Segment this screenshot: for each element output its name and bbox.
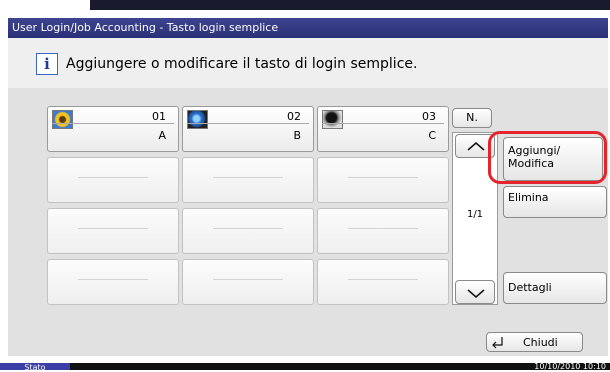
key-number: 01 <box>152 110 166 123</box>
login-key-03[interactable]: 03 C <box>317 106 449 152</box>
close-button[interactable]: Chiudi <box>486 332 583 352</box>
sunflower-icon <box>52 110 73 129</box>
chevron-down-icon <box>467 289 485 298</box>
empty-key-slot[interactable] <box>317 208 449 254</box>
info-icon: i <box>36 53 58 75</box>
login-key-02[interactable]: 02 B <box>182 106 314 152</box>
empty-key-slot[interactable] <box>47 259 179 305</box>
delete-button[interactable]: Elimina <box>503 186 607 218</box>
key-label: B <box>293 129 301 142</box>
top-strip <box>0 0 610 10</box>
empty-key-slot[interactable] <box>317 157 449 203</box>
status-bar <box>0 363 610 370</box>
scroll-down-button[interactable] <box>455 280 495 304</box>
globe-icon <box>187 110 208 129</box>
empty-key-slot[interactable] <box>317 259 449 305</box>
highlight-ring <box>488 131 607 184</box>
person-silhouette-icon <box>322 110 343 129</box>
return-arrow-icon <box>492 337 503 349</box>
page-indicator: 1/1 <box>466 209 484 220</box>
sort-number-button[interactable]: N. <box>452 108 492 128</box>
key-number: 02 <box>287 110 301 123</box>
empty-key-slot[interactable] <box>182 208 314 254</box>
title-bar: User Login/Job Accounting - Tasto login … <box>8 18 608 38</box>
close-label: Chiudi <box>523 336 558 349</box>
empty-key-slot[interactable] <box>47 157 179 203</box>
status-button[interactable]: Stato <box>0 363 70 372</box>
empty-key-slot[interactable] <box>182 259 314 305</box>
details-button[interactable]: Dettagli <box>503 272 607 304</box>
empty-key-slot[interactable] <box>47 208 179 254</box>
empty-key-slot[interactable] <box>182 157 314 203</box>
login-key-01[interactable]: 01 A <box>47 106 179 152</box>
key-label: A <box>158 129 166 142</box>
key-number: 03 <box>422 110 436 123</box>
date-time: 10/10/2010 10:10 <box>534 362 606 371</box>
key-label: C <box>428 129 436 142</box>
instruction-message: Aggiungere o modificare il tasto di logi… <box>66 56 418 72</box>
